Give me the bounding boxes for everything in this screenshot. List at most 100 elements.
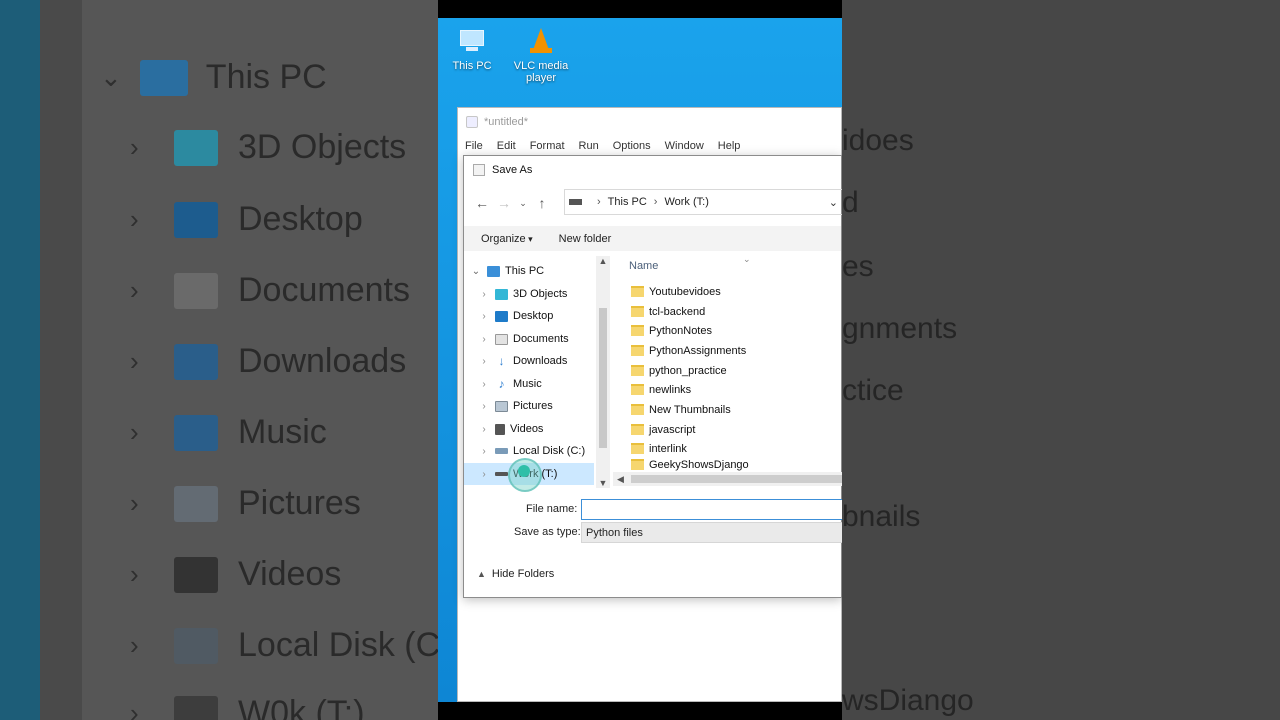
background-text: es [842,250,874,283]
up-arrow-icon[interactable]: ↑ [531,195,553,211]
scroll-up-icon[interactable]: ▲ [596,256,610,266]
menu-file[interactable]: File [465,140,483,152]
folder-icon [631,384,644,395]
python-icon [466,116,478,128]
bottom-letterbox [438,702,842,720]
scroll-thumb[interactable] [599,308,607,448]
desktop-icon-label: VLC media player [513,60,569,84]
list-item[interactable]: PythonNotes [631,321,712,340]
menu-window[interactable]: Window [665,140,704,152]
tree-item-downloads[interactable]: › ↓ Downloads [464,350,594,372]
music-note-icon: ♪ [498,376,505,391]
chevron-right-icon[interactable]: › [478,334,490,345]
list-item[interactable]: GeekyShowsDjango [631,459,749,471]
tree-scrollbar[interactable]: ▲ ▼ [596,256,610,488]
chevron-right-icon[interactable]: › [478,289,490,300]
download-icon: ↓ [498,353,505,368]
drive-icon [495,472,508,476]
column-header-name[interactable]: Name [629,260,658,272]
tree-item-videos[interactable]: › Videos [464,418,594,440]
background-row: › Pictures [130,484,361,522]
file-name: tcl-backend [649,305,706,318]
desktop-icon-vlc[interactable]: VLC media player [508,26,574,84]
chevron-down-icon[interactable]: ⌄ [470,266,482,277]
list-item[interactable]: python_practice [631,361,727,380]
file-list-scrollbar[interactable]: ◀ [613,472,842,486]
save-type-value: Python files [586,526,643,539]
pointer-cursor-icon [518,465,530,477]
tree-item-label: Desktop [513,310,554,322]
background-text: d [842,186,859,219]
scroll-left-icon[interactable]: ◀ [617,472,624,486]
background-text: idoes [842,124,914,157]
navigation-tree: ⌄ This PC › 3D Objects › Desktop › Documents… [464,256,596,488]
desktop-icon-this-pc[interactable]: This PC [439,26,505,72]
tree-item-label: Downloads [513,355,568,367]
background-title: ⌄ This PC [100,58,327,97]
idle-menu-bar: File Edit Format Run Options Window Help [458,136,841,156]
list-item[interactable]: PythonAssignments [631,341,746,360]
save-icon [473,164,485,176]
background-row: › Downloads [130,342,407,380]
background-row: › W0k (T:) [130,694,365,720]
tree-item-this-pc[interactable]: ⌄ This PC [464,260,594,282]
chevron-right-icon[interactable]: › [478,311,490,322]
breadcrumb-chevron-icon: › [597,196,601,208]
save-type-select[interactable]: Python files [581,522,842,543]
file-name-label: File name: [526,503,578,515]
list-item[interactable]: interlink [631,439,687,458]
menu-options[interactable]: Options [613,140,651,152]
tree-item-music[interactable]: › ♪ Music [464,373,594,395]
hide-folders-button[interactable]: ▲ Hide Folders [477,568,554,580]
new-folder-button[interactable]: New folder [559,233,612,245]
file-name: PythonAssignments [649,344,747,357]
organize-button[interactable]: Organize [481,233,533,245]
recent-dropdown-icon[interactable]: ⌄ [515,198,531,209]
menu-help[interactable]: Help [718,140,741,152]
tree-item-label: Pictures [513,400,553,412]
menu-edit[interactable]: Edit [497,140,516,152]
tree-item-documents[interactable]: › Documents [464,328,594,350]
menu-format[interactable]: Format [530,140,565,152]
file-name-input[interactable] [581,499,842,520]
chevron-right-icon[interactable]: › [478,424,490,435]
list-item[interactable]: newlinks [631,380,691,399]
desktop-icon-label: This PC [452,60,492,72]
breadcrumb-this-pc[interactable]: This PC [608,196,647,208]
file-name: python_practice [649,364,727,377]
folder-icon [631,365,644,376]
scroll-thumb[interactable] [631,475,842,483]
tree-item-pictures[interactable]: › Pictures [464,395,594,417]
list-item[interactable]: tcl-backend [631,302,705,321]
document-icon [495,333,508,345]
scroll-down-icon[interactable]: ▼ [596,478,610,488]
cube-icon [495,288,508,300]
back-arrow-icon[interactable]: ← [471,195,493,211]
tree-item-desktop[interactable]: › Desktop [464,305,594,327]
chevron-right-icon[interactable]: › [478,446,490,457]
tree-item-3d-objects[interactable]: › 3D Objects [464,283,594,305]
save-type-label: Save as type: [514,526,581,538]
vlc-icon [525,26,557,56]
save-as-dialog: Save As ← → ⌄ ↑ › This PC › Work (T:) ⌄ … [463,155,842,598]
chevron-right-icon[interactable]: › [478,356,490,367]
film-icon [495,423,505,435]
list-item[interactable]: New Thumbnails [631,400,731,419]
chevron-right-icon[interactable]: › [478,401,490,412]
menu-run[interactable]: Run [579,140,599,152]
forward-arrow-icon[interactable]: → [493,195,515,211]
chevron-right-icon[interactable]: › [478,379,490,390]
file-list: Name ⌄ Youtubevidoes tcl-backend PythonN… [613,254,842,488]
address-dropdown-icon[interactable]: ⌄ [829,196,838,209]
tree-item-label: Documents [513,333,569,345]
address-bar[interactable]: › This PC › Work (T:) ⌄ [564,189,842,215]
dialog-toolbar: Organize New folder [464,226,841,251]
background-text: bnails [842,500,921,533]
background-right-panel: idoes d es gnments ctice bnails wsDiango [842,0,1280,720]
chevron-right-icon[interactable]: › [478,469,490,480]
file-name: interlink [649,442,687,455]
list-item[interactable]: Youtubevidoes [631,282,721,301]
breadcrumb-work[interactable]: Work (T:) [664,196,708,208]
folder-icon [631,404,644,415]
list-item[interactable]: javascript [631,420,695,439]
